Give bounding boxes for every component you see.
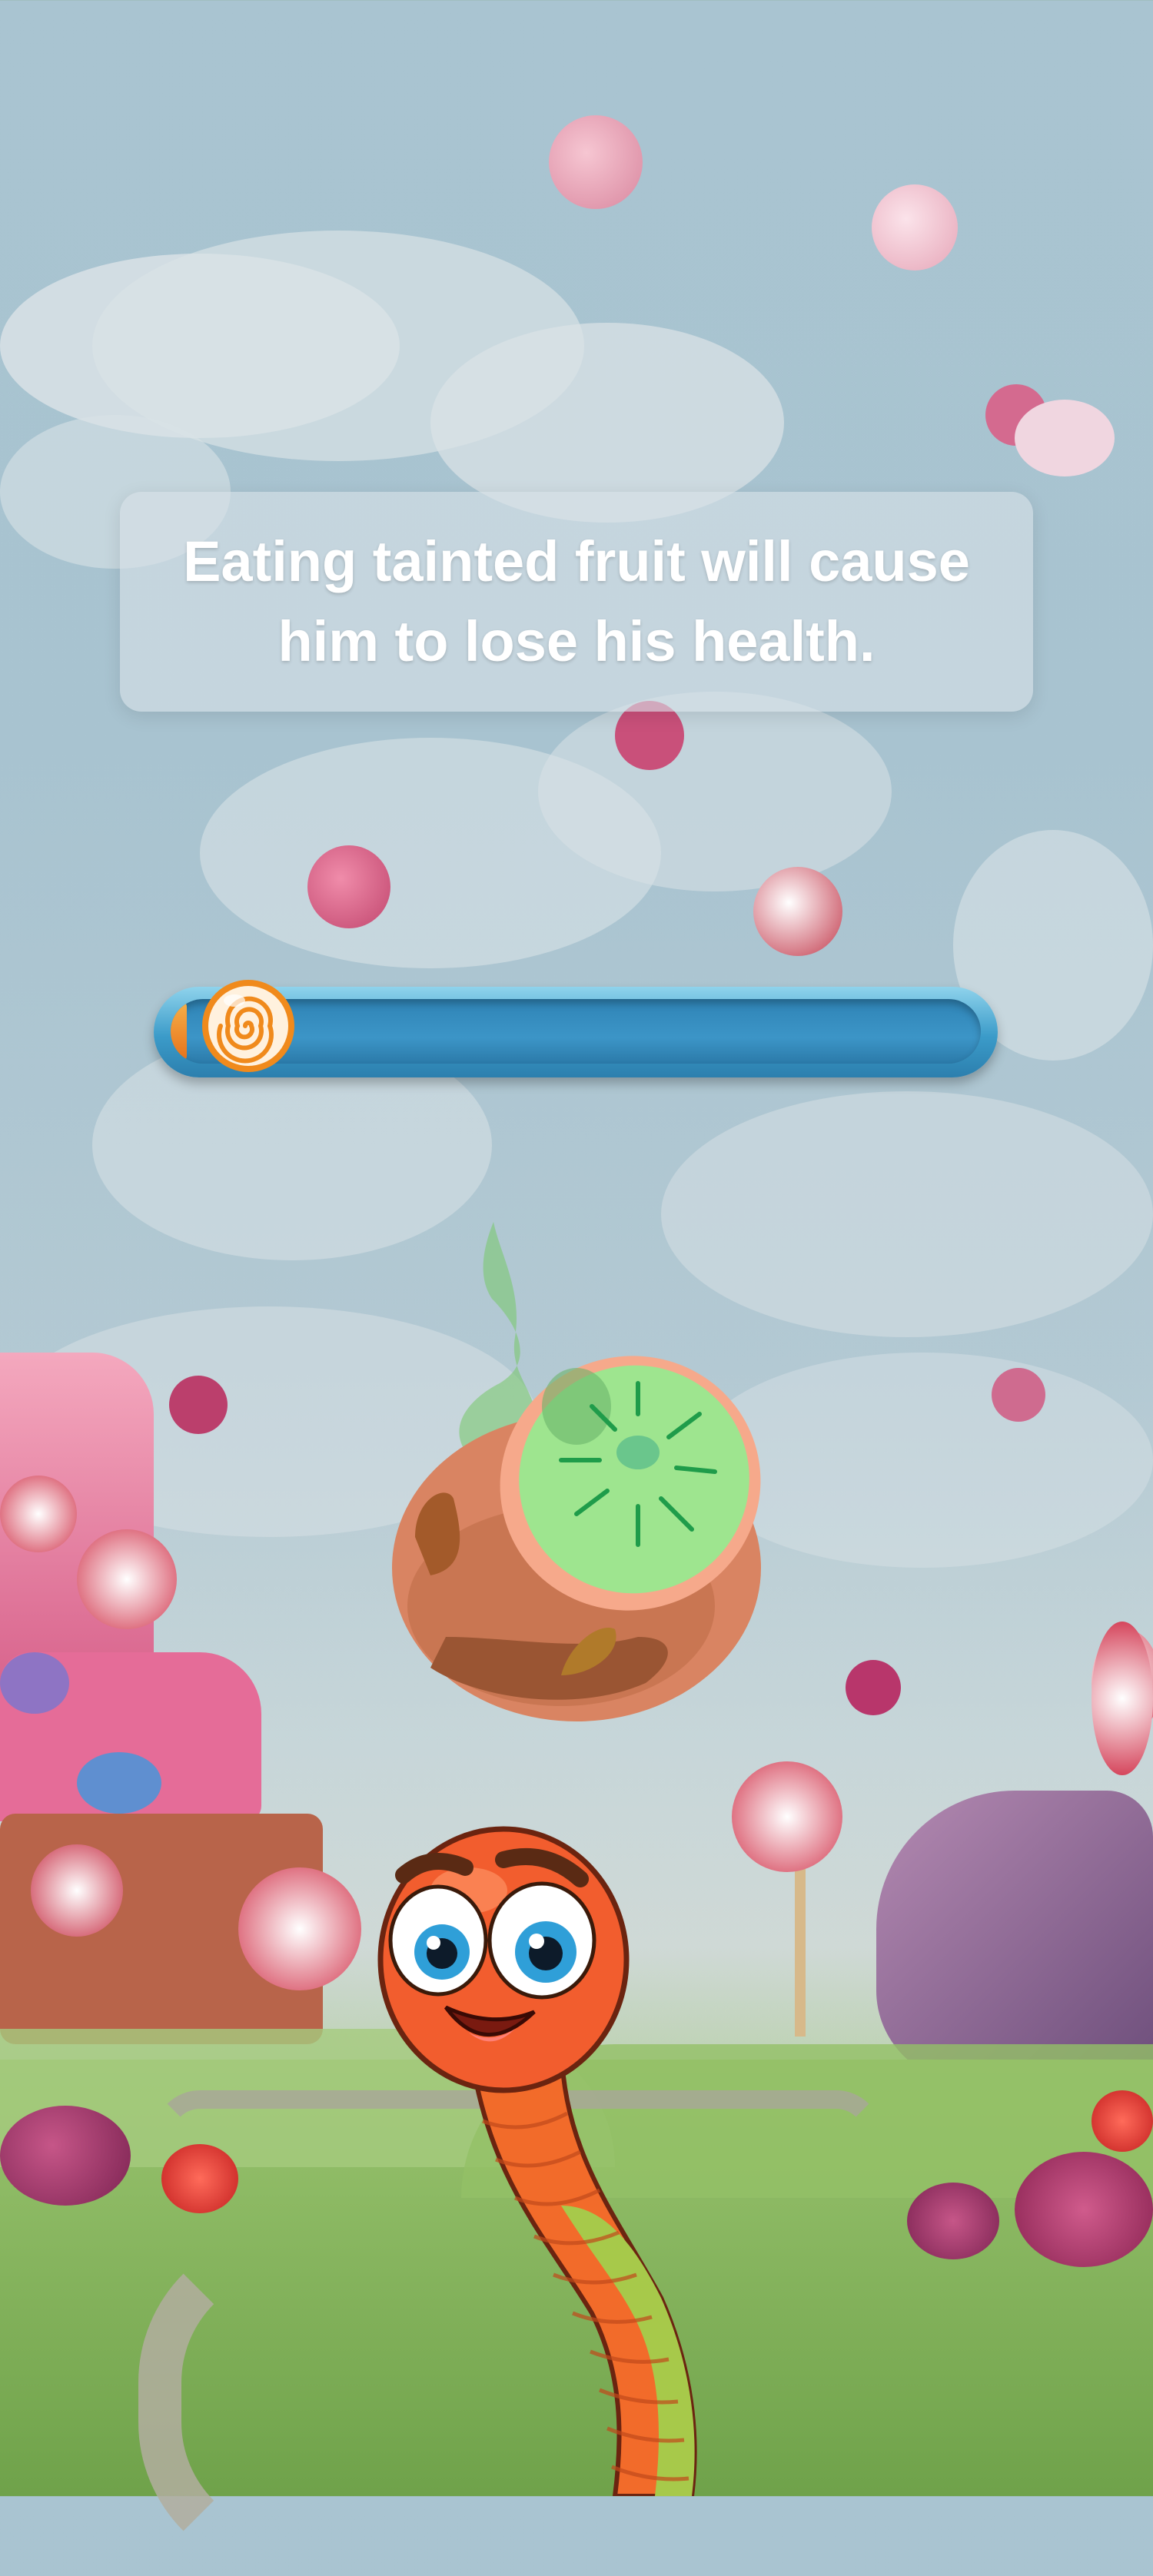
tutorial-message-text: Eating tainted fruit will cause him to l… [183, 529, 970, 673]
health-bar-fill [171, 999, 188, 1064]
tainted-kiwi-icon [384, 1207, 769, 1729]
health-bar [154, 980, 998, 1077]
swirl-candy-icon [200, 978, 297, 1074]
tutorial-message-panel: Eating tainted fruit will cause him to l… [120, 492, 1033, 712]
worm-character [369, 1806, 738, 2498]
